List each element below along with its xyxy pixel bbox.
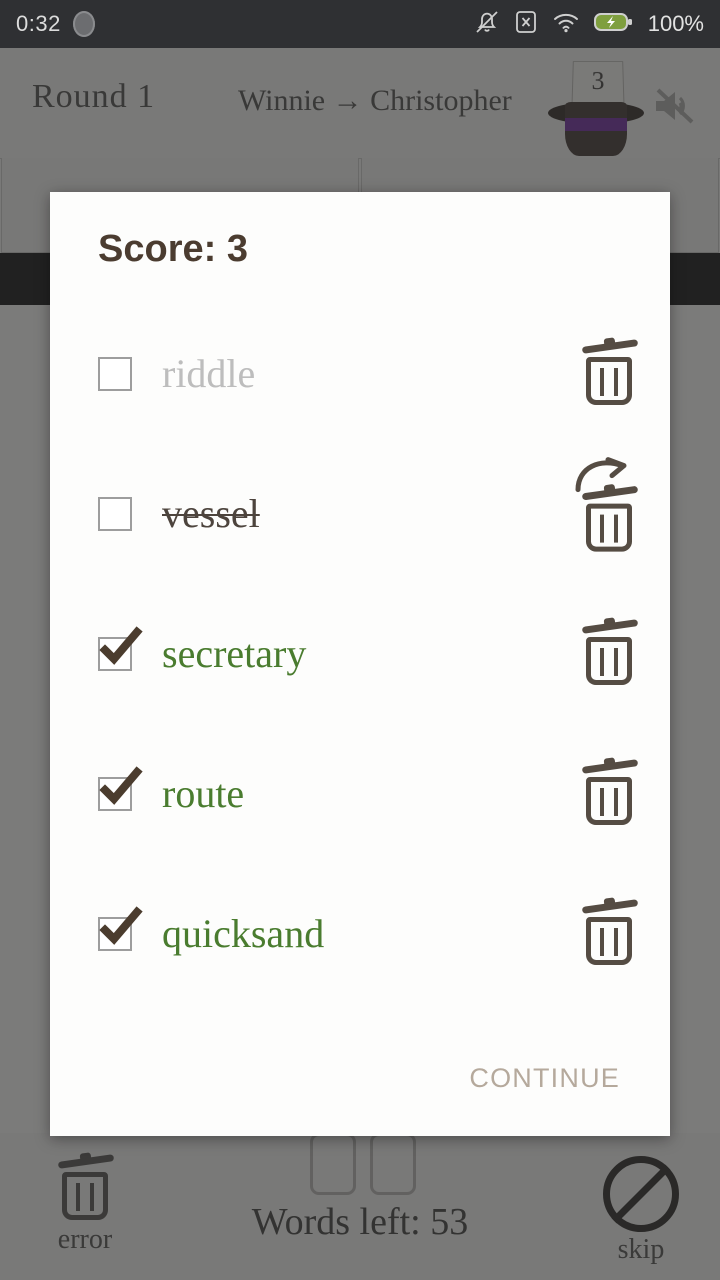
continue-button[interactable]: CONTINUE	[465, 1055, 624, 1102]
check-icon	[99, 906, 143, 945]
word-row[interactable]: riddle	[50, 304, 670, 444]
word-label: route	[162, 771, 245, 816]
word-delete-button[interactable]	[580, 337, 639, 407]
score-dialog: Score: 3 riddle vessel secretary route q…	[50, 192, 670, 1136]
trash-icon	[580, 757, 639, 827]
trash-icon	[580, 897, 639, 967]
battery-percent-label: 100%	[647, 11, 704, 36]
trash-icon	[580, 337, 639, 407]
status-bar-left: 0:32	[16, 11, 95, 37]
word-delete-button[interactable]	[580, 897, 639, 967]
dialog-title: Score: 3	[98, 228, 248, 270]
battery-charging-icon	[593, 11, 634, 38]
word-row[interactable]: quicksand	[50, 864, 670, 1004]
word-row[interactable]: secretary	[50, 584, 670, 724]
sim-card-error-icon	[514, 9, 538, 40]
check-icon	[99, 766, 143, 805]
trash-restore-icon	[575, 457, 639, 554]
word-delete-button[interactable]	[580, 757, 639, 827]
bell-muted-icon	[474, 8, 500, 41]
word-row[interactable]: route	[50, 724, 670, 864]
trash-icon	[580, 617, 639, 687]
app-screen: 0:32 100% Score: 3 riddle vessel secreta…	[0, 0, 720, 1280]
word-checkbox[interactable]	[98, 766, 143, 811]
wifi-icon	[552, 11, 580, 38]
word-checkbox[interactable]	[98, 357, 132, 391]
word-label: quicksand	[162, 911, 325, 956]
word-restore-button[interactable]	[575, 457, 639, 554]
word-label: secretary	[162, 631, 307, 676]
word-label: vessel	[162, 491, 260, 536]
word-checkbox[interactable]	[98, 497, 132, 531]
word-checkbox[interactable]	[98, 626, 143, 671]
check-icon	[99, 626, 143, 665]
word-delete-button[interactable]	[580, 617, 639, 687]
word-label: riddle	[162, 351, 256, 396]
notification-dot-icon	[72, 11, 95, 37]
word-checkbox[interactable]	[98, 906, 143, 951]
word-list: riddle vessel secretary route quicksand	[50, 304, 670, 1004]
status-bar-right: 100%	[474, 8, 704, 41]
status-bar: 0:32 100%	[0, 0, 720, 48]
word-row[interactable]: vessel	[50, 444, 670, 584]
status-clock: 0:32	[16, 11, 61, 36]
